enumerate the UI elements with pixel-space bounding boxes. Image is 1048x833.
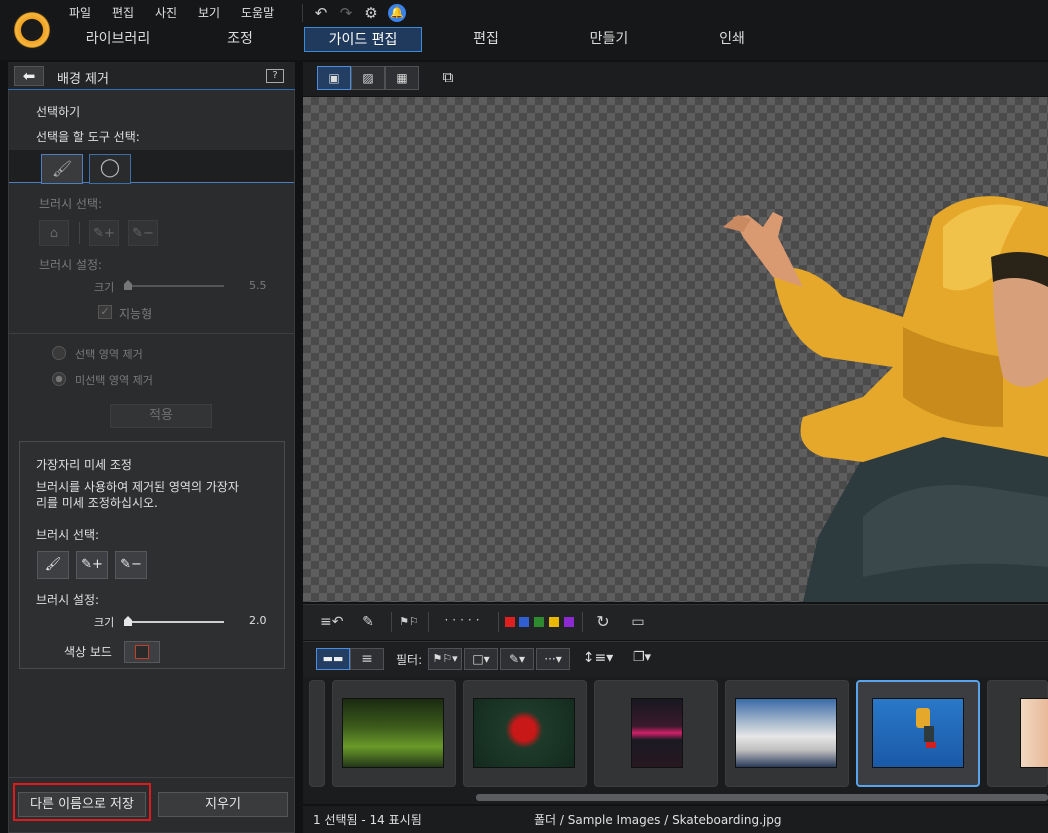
- thumbnail-portrait[interactable]: [987, 680, 1048, 787]
- thumbnail-skateboarding[interactable]: [856, 680, 980, 787]
- brush-add-icon[interactable]: ✎+: [89, 220, 119, 246]
- size-label: 크기: [94, 281, 115, 294]
- radio-remove-unselected-label: 미선택 영역 제거: [75, 374, 153, 387]
- menu-file[interactable]: 파일: [69, 4, 91, 22]
- grid-view-icon[interactable]: ▦: [385, 66, 419, 90]
- flag-icon[interactable]: ⚑⚐: [398, 612, 420, 632]
- divider: [582, 612, 583, 632]
- edge-size-value: 2.0: [249, 614, 267, 627]
- edge-desc-1: 브러시를 사용하여 제거된 영역의 가장자: [36, 480, 239, 494]
- menu-photo[interactable]: 사진: [155, 4, 177, 22]
- radio-remove-selected[interactable]: [52, 346, 66, 360]
- select-tool-label: 선택을 할 도구 선택:: [36, 130, 140, 144]
- tab-guided-edit[interactable]: 가이드 편집: [304, 27, 422, 52]
- brush-select-label: 브러시 선택:: [39, 197, 103, 211]
- color-label-red[interactable]: [505, 617, 515, 627]
- edge-title: 가장자리 미세 조정: [36, 458, 132, 472]
- radio-remove-unselected[interactable]: [52, 372, 66, 386]
- selection-status: 1 선택됨 - 14 표시됨: [313, 813, 422, 827]
- color-label-green[interactable]: [534, 617, 544, 627]
- compare-view-icon[interactable]: ▨: [351, 66, 385, 90]
- edge-brush-settings-label: 브러시 설정:: [36, 593, 100, 607]
- divider: [498, 612, 499, 632]
- rating-dots[interactable]: ·····: [434, 610, 494, 630]
- edge-desc-2: 리를 미세 조정하십시오.: [36, 496, 158, 510]
- menu-help[interactable]: 도움말: [241, 4, 274, 22]
- rotate-left-stack-icon[interactable]: ≡↶: [320, 612, 343, 632]
- brush-subtract-icon[interactable]: ✎−: [128, 220, 158, 246]
- lasso-tool-tab[interactable]: ◯: [89, 154, 131, 184]
- menu-edit[interactable]: 편집: [112, 4, 134, 22]
- tab-create[interactable]: 만들기: [553, 27, 665, 52]
- edge-size-label: 크기: [94, 616, 115, 629]
- app-logo: [12, 10, 52, 50]
- color-label-blue[interactable]: [519, 617, 529, 627]
- edge-brush-add-icon[interactable]: ✎+: [76, 551, 108, 579]
- filter-label: 필터:: [396, 653, 423, 667]
- apply-button[interactable]: 적용: [110, 404, 212, 428]
- section-divider: [9, 333, 294, 334]
- stack-icon[interactable]: ❐▾: [628, 648, 656, 670]
- resize-icon[interactable]: ▭: [626, 612, 650, 632]
- clear-button[interactable]: 지우기: [158, 792, 288, 817]
- edge-brush-select-label: 브러시 선택:: [36, 528, 100, 542]
- filmstrip-scrollbar[interactable]: [476, 794, 1048, 801]
- settings-gear-icon[interactable]: ⚙: [362, 4, 380, 22]
- edit-pen-icon[interactable]: ✎: [356, 612, 380, 632]
- brush-tool-tab[interactable]: 🖌: [41, 154, 83, 184]
- brush-settings-label: 브러시 설정:: [39, 258, 103, 272]
- tab-adjust[interactable]: 조정: [184, 27, 296, 52]
- image-canvas[interactable]: [303, 97, 1048, 602]
- thumbnail-maple-leaf[interactable]: [463, 680, 587, 787]
- divider: [391, 612, 392, 632]
- single-view-icon[interactable]: ▣: [317, 66, 351, 90]
- color-swatch: [135, 645, 149, 659]
- thumbnail-neon-city[interactable]: [594, 680, 718, 787]
- thumbnail-partial[interactable]: [309, 680, 325, 787]
- list-view-icon[interactable]: ≡: [350, 648, 384, 670]
- panel-header: [8, 62, 295, 90]
- bottom-divider: [9, 777, 294, 778]
- size-slider-track[interactable]: [124, 285, 224, 287]
- menu-view[interactable]: 보기: [198, 4, 220, 22]
- highlight-box: [13, 783, 151, 821]
- select-heading: 선택하기: [36, 105, 81, 119]
- filmstrip-view-icon[interactable]: ▬▬: [316, 648, 350, 670]
- rotate-icon[interactable]: ↻: [592, 612, 614, 632]
- color-label-purple[interactable]: [564, 617, 574, 627]
- sort-icon[interactable]: ↕≡▾: [582, 648, 614, 670]
- size-value: 5.5: [249, 279, 267, 292]
- smart-checkbox[interactable]: ✓: [98, 305, 112, 319]
- divider: [428, 612, 429, 632]
- file-path: 폴더 / Sample Images / Skateboarding.jpg: [534, 813, 782, 827]
- redo-icon[interactable]: ↷: [337, 4, 355, 22]
- tab-library[interactable]: 라이브러리: [62, 27, 174, 52]
- divider: [79, 222, 80, 244]
- skater-cutout: [723, 196, 1048, 602]
- panel-title: 배경 제거: [57, 72, 109, 87]
- smart-label: 지능형: [119, 307, 153, 321]
- edit-filter-dropdown[interactable]: ✎▾: [500, 648, 534, 670]
- color-filter-dropdown[interactable]: □▾: [464, 648, 498, 670]
- edge-brush-subtract-icon[interactable]: ✎−: [115, 551, 147, 579]
- tab-print[interactable]: 인쇄: [676, 27, 788, 52]
- undo-icon[interactable]: ↶: [312, 4, 330, 22]
- color-label-yellow[interactable]: [549, 617, 559, 627]
- thumbnail-forest[interactable]: [332, 680, 456, 787]
- tab-edit[interactable]: 편집: [430, 27, 542, 52]
- second-display-icon[interactable]: ⧉: [437, 67, 459, 87]
- help-icon[interactable]: ?: [266, 69, 284, 83]
- edge-brush-icon[interactable]: 🖌: [37, 551, 69, 579]
- rating-filter-dropdown[interactable]: ···▾: [536, 648, 570, 670]
- thumbnail-rocket-launch[interactable]: [725, 680, 849, 787]
- radio-remove-selected-label: 선택 영역 제거: [75, 348, 143, 361]
- smart-brush-icon[interactable]: ⌂: [39, 220, 69, 246]
- notification-bell-icon[interactable]: 🔔: [388, 4, 406, 22]
- edge-size-slider-track[interactable]: [124, 621, 224, 623]
- back-arrow-icon[interactable]: ⬅: [14, 66, 44, 86]
- flag-filter-dropdown[interactable]: ⚑⚐▾: [428, 648, 462, 670]
- color-board-label: 색상 보드: [64, 645, 112, 659]
- menu-divider: [302, 4, 303, 22]
